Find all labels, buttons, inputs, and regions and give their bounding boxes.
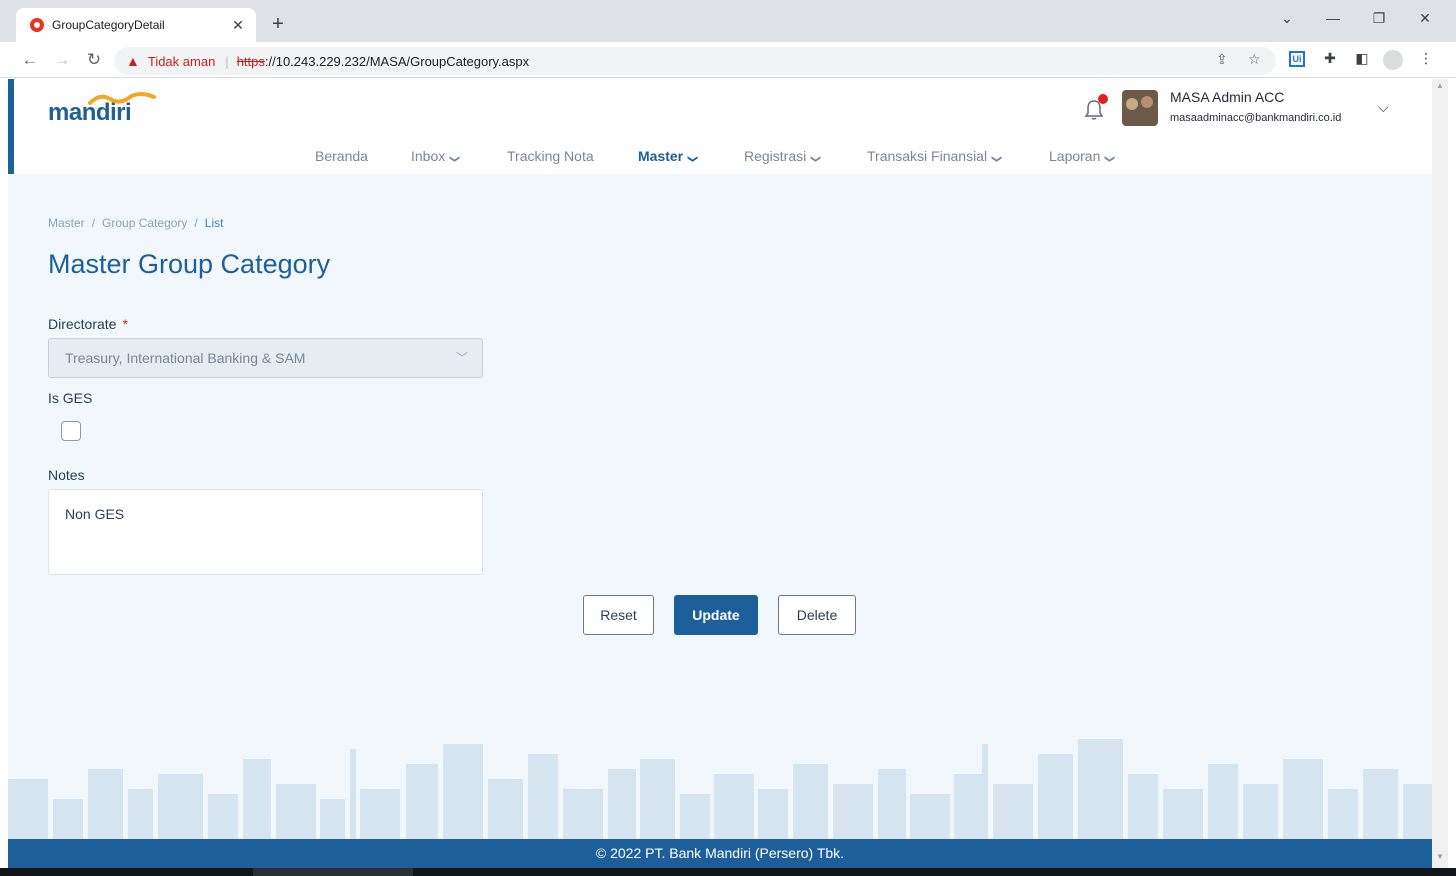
reset-button[interactable]: Reset <box>583 595 654 635</box>
breadcrumb-item-list[interactable]: List <box>205 216 224 230</box>
required-mark: * <box>122 316 128 332</box>
is-ges-checkbox[interactable] <box>61 421 81 441</box>
not-secure-label[interactable]: Tidak aman <box>148 54 215 69</box>
chevron-down-icon: ❯ <box>687 154 699 164</box>
logo-wave-icon <box>88 92 156 105</box>
nav-item-laporan[interactable]: Laporan ❯ <box>1049 145 1116 170</box>
nav-item-tracking-nota[interactable]: Tracking Nota <box>507 145 594 167</box>
chevron-down-icon: ❯ <box>1104 154 1116 164</box>
breadcrumb-separator: / <box>194 216 198 230</box>
page-title: Master Group Category <box>48 249 331 279</box>
main-nav: Beranda Inbox ❯ Tracking Nota Master ❯ Reg… <box>14 145 1432 169</box>
user-email: masaadminacc@bankmandiri.co.id <box>1170 112 1342 124</box>
directorate-label-text: Directorate <box>48 316 117 332</box>
nav-label: Beranda <box>315 148 368 164</box>
directorate-select-value: Treasury, International Banking & SAM <box>65 350 306 366</box>
nav-item-transaksi-finansial[interactable]: Transaksi Finansial ❯ <box>867 145 1002 170</box>
update-button[interactable]: Update <box>674 595 758 635</box>
nav-item-registrasi[interactable]: Registrasi ❯ <box>744 145 821 170</box>
nav-label: Laporan <box>1049 148 1101 164</box>
nav-label: Transaksi Finansial <box>867 148 988 164</box>
breadcrumb-item-master[interactable]: Master <box>48 216 85 230</box>
footer-copyright: © 2022 PT. Bank Mandiri (Persero) Tbk. <box>8 839 1432 868</box>
app-header: mandiri MASA Admin ACC masaadminacc@bank… <box>8 79 1432 174</box>
scroll-down-arrow-icon[interactable]: ▼ <box>1432 852 1448 861</box>
tab-close-icon[interactable]: ✕ <box>230 17 246 34</box>
browser-tab[interactable]: GroupCategoryDetail ✕ <box>16 8 256 42</box>
bookmark-star-icon[interactable]: ☆ <box>1248 51 1261 68</box>
directorate-select[interactable]: Treasury, International Banking & SAM ﹀ <box>48 338 483 378</box>
back-icon[interactable]: ← <box>18 48 42 72</box>
url-text: ://10.243.229.232/MASA/GroupCategory.asp… <box>264 53 530 69</box>
user-menu-chevron-icon[interactable]: ⌵ <box>1378 99 1389 116</box>
chevron-down-icon: ❯ <box>991 154 1003 164</box>
os-taskbar <box>0 868 1456 876</box>
new-tab-button[interactable]: + <box>268 12 288 36</box>
is-ges-label: Is GES <box>48 390 93 406</box>
tab-search-icon[interactable]: ⌄ <box>1272 10 1302 27</box>
forward-icon[interactable]: → <box>50 48 74 72</box>
restore-icon[interactable]: ❐ <box>1364 10 1394 27</box>
nav-item-inbox[interactable]: Inbox ❯ <box>411 145 460 170</box>
nav-label: Registrasi <box>744 148 807 164</box>
user-avatar[interactable] <box>1122 90 1158 126</box>
browser-tab-bar: GroupCategoryDetail ✕ + ⌄ — ❐ ✕ <box>0 0 1456 42</box>
page-scrollbar[interactable]: ▲ ▼ <box>1432 79 1448 868</box>
chevron-down-icon: ﹀ <box>455 351 468 365</box>
browser-toolbar: ← → ↻ ▲ Tidak aman | https ://10.243.229… <box>0 42 1456 78</box>
breadcrumb: Master / Group Category / List <box>48 216 223 230</box>
nav-item-master[interactable]: Master ❯ <box>638 145 698 170</box>
chevron-down-icon: ❯ <box>810 154 822 164</box>
address-separator: | <box>225 53 229 69</box>
notification-dot <box>1098 94 1108 104</box>
url-scheme: https <box>236 53 265 69</box>
address-bar[interactable]: ▲ Tidak aman | https ://10.243.229.232/M… <box>114 47 1276 75</box>
breadcrumb-item-group-category[interactable]: Group Category <box>102 216 187 230</box>
delete-button[interactable]: Delete <box>778 595 856 635</box>
notes-textarea[interactable]: Non GES <box>48 489 483 575</box>
reload-icon[interactable]: ↻ <box>82 48 106 72</box>
extensions-puzzle-icon[interactable]: ✚ <box>1320 50 1340 67</box>
minimize-icon[interactable]: — <box>1318 10 1348 26</box>
tab-title: GroupCategoryDetail <box>52 18 165 32</box>
profile-avatar-icon[interactable] <box>1383 50 1403 70</box>
nav-item-beranda[interactable]: Beranda <box>315 145 368 167</box>
taskbar-app-button[interactable] <box>253 868 413 876</box>
scroll-up-arrow-icon[interactable]: ▲ <box>1432 81 1448 90</box>
uipath-extension-icon[interactable]: Ui <box>1289 51 1305 67</box>
favicon-icon <box>30 18 44 32</box>
breadcrumb-separator: / <box>91 216 96 230</box>
side-panel-icon[interactable]: ◧ <box>1352 50 1372 67</box>
share-icon[interactable]: ⇪ <box>1216 51 1228 68</box>
nav-label: Tracking Nota <box>507 148 594 164</box>
page-viewport: mandiri MASA Admin ACC masaadminacc@bank… <box>8 79 1432 868</box>
directorate-label: Directorate * <box>48 316 128 332</box>
more-menu-icon[interactable]: ⋮ <box>1416 50 1436 67</box>
warning-icon: ▲ <box>126 53 140 69</box>
nav-label: Master <box>638 148 684 164</box>
city-skyline-illustration <box>8 739 1432 841</box>
close-window-icon[interactable]: ✕ <box>1410 10 1440 27</box>
chevron-down-icon: ❯ <box>449 154 461 164</box>
notes-label: Notes <box>48 467 85 483</box>
user-name[interactable]: MASA Admin ACC <box>1170 89 1284 105</box>
nav-label: Inbox <box>411 148 446 164</box>
